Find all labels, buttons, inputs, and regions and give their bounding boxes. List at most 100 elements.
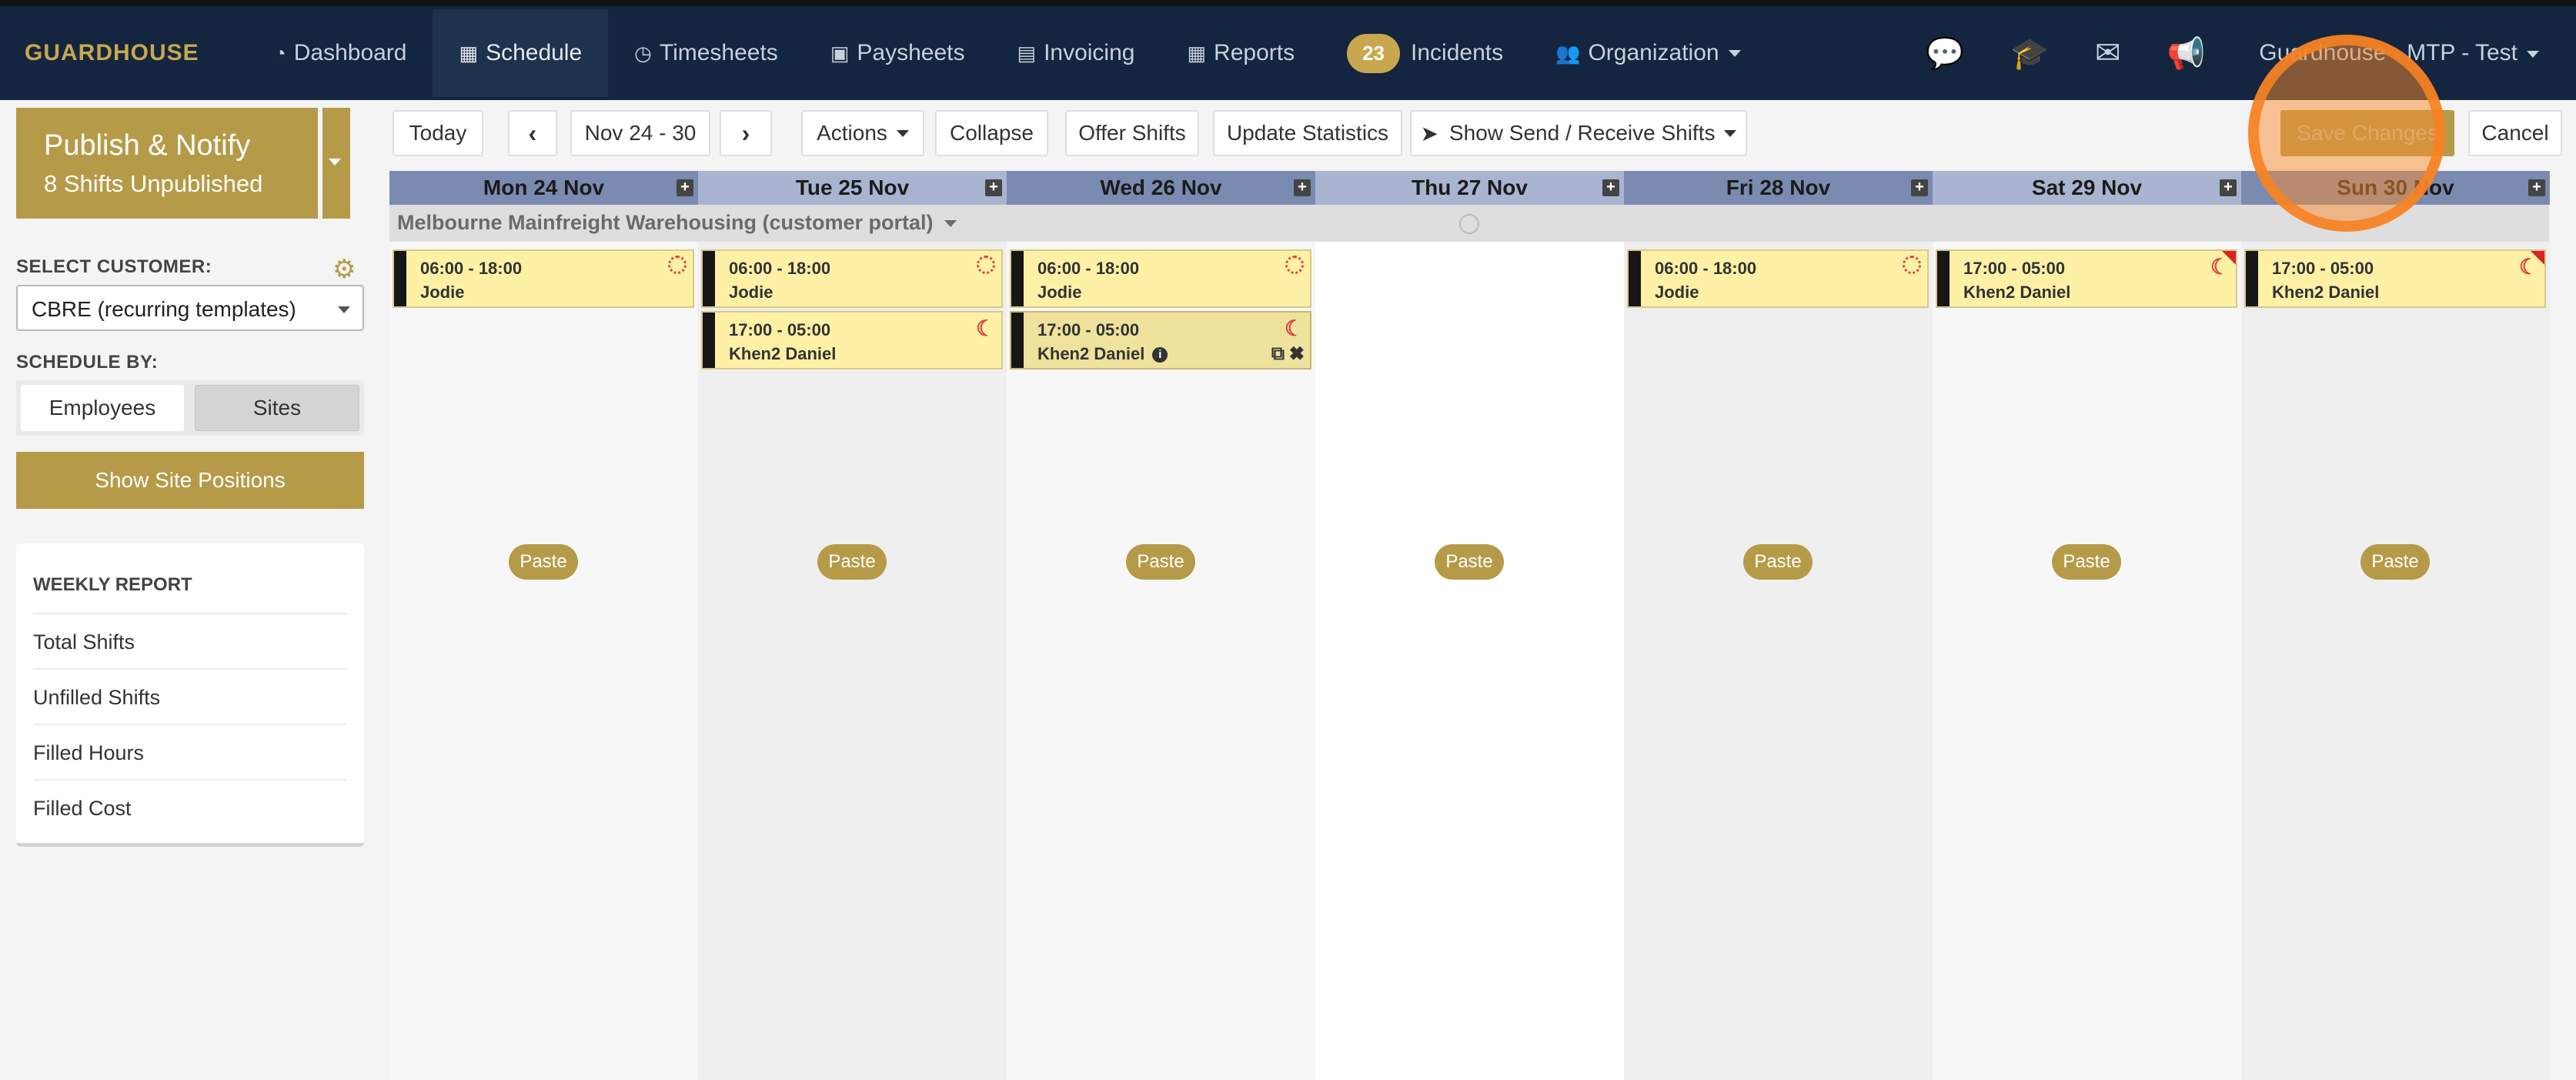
add-shift-icon[interactable]: + <box>985 179 1002 196</box>
shift-employee: Khen2 Daniel <box>1963 283 2071 302</box>
select-customer-label: SELECT CUSTOMER: <box>16 256 212 277</box>
chevron-down-icon <box>338 306 350 313</box>
megaphone-icon[interactable]: 📢 <box>2167 35 2205 72</box>
paste-button-sun[interactable]: Paste <box>2360 544 2430 580</box>
envelope-icon[interactable]: ✉ <box>2095 35 2121 71</box>
nav-paysheets[interactable]: ▣ Paysheets <box>804 9 991 97</box>
nav-invoicing[interactable]: ▤ Invoicing <box>991 9 1161 97</box>
paste-button-fri[interactable]: Paste <box>1743 544 1813 580</box>
clock-icon: ◷ <box>634 41 652 65</box>
cancel-button[interactable]: Cancel <box>2468 110 2562 156</box>
paste-button-sat[interactable]: Paste <box>2052 544 2121 580</box>
shift-card[interactable]: 06:00 - 18:00 Jodie <box>1010 249 1311 308</box>
date-range[interactable]: Nov 24 - 30 <box>570 110 710 156</box>
customer-select-value: CBRE (recurring templates) <box>32 297 296 321</box>
shift-card[interactable]: 17:00 - 05:00 Khen2 Daniel ☾ <box>701 311 1003 369</box>
report-total-shifts: Total Shifts <box>33 614 347 670</box>
night-shift-moon-icon: ☾ <box>975 316 995 340</box>
publish-notify-button[interactable]: Publish & Notify 8 Shifts Unpublished <box>16 108 318 219</box>
shift-time: 06:00 - 18:00 <box>1655 259 1757 278</box>
weekly-report-title: WEEKLY REPORT <box>33 574 347 614</box>
site-name: Melbourne Mainfreight Warehousing (custo… <box>397 211 934 234</box>
show-site-positions-button[interactable]: Show Site Positions <box>16 452 364 509</box>
today-button[interactable]: Today <box>393 110 483 156</box>
chevron-down-icon <box>2527 50 2539 58</box>
shift-employee: Jodie <box>420 283 465 302</box>
info-icon[interactable]: i <box>1152 347 1168 363</box>
paste-button-mon[interactable]: Paste <box>509 544 578 580</box>
nav-invoicing-label: Invoicing <box>1044 40 1135 65</box>
day-header-sat: Sat 29 Nov + <box>1933 171 2241 205</box>
nav-schedule-label: Schedule <box>486 40 583 65</box>
chevron-down-icon <box>329 159 341 166</box>
nav-paysheets-label: Paysheets <box>857 40 965 65</box>
shift-card-selected[interactable]: 17:00 - 05:00 Khen2 Daniel i ☾ ⧉ ✖ <box>1010 311 1311 369</box>
prev-week-button[interactable]: ‹ <box>508 110 557 156</box>
chevron-down-icon <box>896 129 909 137</box>
shift-card[interactable]: 17:00 - 05:00 Khen2 Daniel ☾ <box>2244 249 2546 308</box>
toggle-sites[interactable]: Sites <box>195 385 359 431</box>
day-header-thu: Thu 27 Nov + <box>1315 171 1624 205</box>
shift-time: 17:00 - 05:00 <box>729 320 831 339</box>
shift-employee: Khen2 Daniel <box>729 344 837 363</box>
gear-icon[interactable]: ⚙ <box>332 254 356 285</box>
shift-employee: Khen2 Daniel <box>2272 283 2380 302</box>
shift-employee-name: Khen2 Daniel <box>1037 344 1145 363</box>
nav-organization[interactable]: 👥 Organization <box>1529 9 1766 97</box>
brand-logo[interactable]: GUARDHOUSE <box>25 40 248 66</box>
collapse-button[interactable]: Collapse <box>935 110 1048 156</box>
add-shift-icon[interactable]: + <box>2528 179 2545 196</box>
chat-icon[interactable]: 💬 <box>1926 35 1964 72</box>
actions-dropdown[interactable]: Actions <box>801 110 924 156</box>
collapse-circle-icon[interactable] <box>1459 214 1479 234</box>
day-shift-sun-icon <box>668 256 687 274</box>
paste-button-thu[interactable]: Paste <box>1435 544 1504 580</box>
report-unfilled-shifts: Unfilled Shifts <box>33 670 347 725</box>
top-navbar: GUARDHOUSE ◔ Dashboard ▦ Schedule ◷ Timeshe… <box>0 6 2576 100</box>
day-header-fri: Fri 28 Nov + <box>1624 171 1933 205</box>
publish-dropdown-toggle[interactable] <box>322 108 350 219</box>
day-header-tue: Tue 25 Nov + <box>698 171 1007 205</box>
shift-card[interactable]: 06:00 - 18:00 Jodie <box>701 249 1003 308</box>
add-shift-icon[interactable]: + <box>2220 179 2237 196</box>
schedule-by-toggle: Employees Sites <box>16 380 364 436</box>
close-icon[interactable]: ✖ <box>1290 343 1304 364</box>
send-receive-shifts-dropdown[interactable]: ➤ Show Send / Receive Shifts <box>1410 110 1747 156</box>
report-filled-cost: Filled Cost <box>33 797 132 820</box>
update-statistics-button[interactable]: Update Statistics <box>1213 110 1402 156</box>
copy-icon[interactable]: ⧉ <box>1271 343 1285 364</box>
offer-shifts-button[interactable]: Offer Shifts <box>1065 110 1199 156</box>
users-icon: 👥 <box>1555 41 1581 65</box>
add-shift-icon[interactable]: + <box>677 179 693 196</box>
shift-card[interactable]: 17:00 - 05:00 Khen2 Daniel ☾ <box>1936 249 2237 308</box>
shift-employee: Jodie <box>1655 283 1699 302</box>
nav-incidents[interactable]: 23 Incidents <box>1321 9 1529 97</box>
add-shift-icon[interactable]: + <box>1294 179 1311 196</box>
table-icon: ▦ <box>1187 41 1207 65</box>
shift-card[interactable]: 06:00 - 18:00 Jodie <box>393 249 694 308</box>
nav-reports[interactable]: ▦ Reports <box>1161 9 1321 97</box>
add-shift-icon[interactable]: + <box>1602 179 1619 196</box>
day-label: Sat 29 Nov <box>2031 176 2143 199</box>
nav-right-group: 💬 🎓 ✉ 📢 Guardhouse - MTP - Test <box>1903 6 2576 100</box>
paste-button-tue[interactable]: Paste <box>817 544 887 580</box>
day-label: Mon 24 Nov <box>483 176 605 199</box>
customer-select[interactable]: CBRE (recurring templates) <box>16 285 364 331</box>
nav-schedule[interactable]: ▦ Schedule <box>433 9 609 97</box>
nav-timesheets[interactable]: ◷ Timesheets <box>608 9 804 97</box>
site-row-header[interactable]: Melbourne Mainfreight Warehousing (custo… <box>389 205 2549 242</box>
night-shift-moon-icon: ☾ <box>2210 255 2230 279</box>
shift-card[interactable]: 06:00 - 18:00 Jodie <box>1627 249 1929 308</box>
next-week-button[interactable]: › <box>720 110 772 156</box>
nav-dashboard-label: Dashboard <box>293 40 407 65</box>
unpublished-count: 8 Shifts Unpublished <box>44 170 263 197</box>
publish-title: Publish & Notify <box>44 129 251 162</box>
window-top-strip <box>0 0 2576 6</box>
click-highlight-ring <box>2248 35 2445 232</box>
graduation-cap-icon[interactable]: 🎓 <box>2010 35 2049 72</box>
toggle-employees[interactable]: Employees <box>21 385 184 431</box>
add-shift-icon[interactable]: + <box>1911 179 1928 196</box>
shift-time: 06:00 - 18:00 <box>420 259 523 278</box>
paste-button-wed[interactable]: Paste <box>1126 544 1195 580</box>
nav-dashboard[interactable]: ◔ Dashboard <box>248 9 433 97</box>
